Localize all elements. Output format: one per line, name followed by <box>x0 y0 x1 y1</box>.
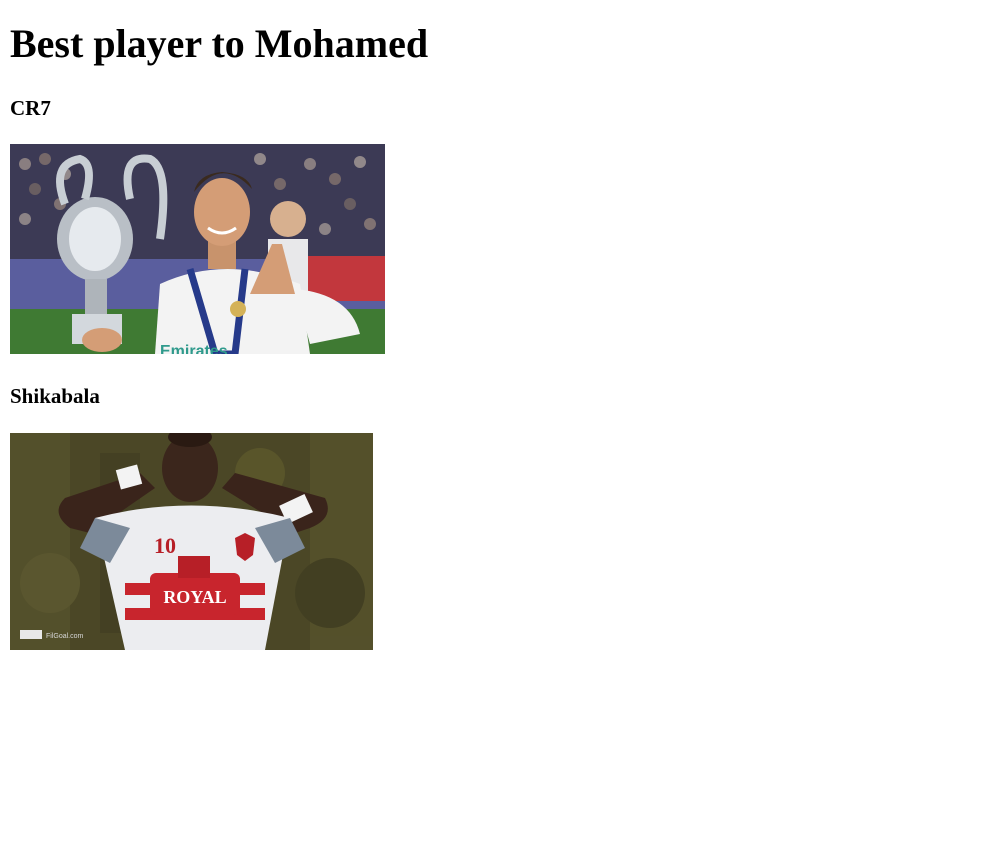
shikabala-shirt-number: 10 <box>154 533 176 558</box>
shikabala-watermark: FilGoal.com <box>46 633 84 640</box>
shikabala-sponsor-text: ROYAL <box>163 587 226 607</box>
player-photo-cr7: Emirates <box>10 144 385 354</box>
player-heading-cr7: CR7 <box>10 96 51 120</box>
player-heading-shikabala: Shikabala <box>10 384 100 408</box>
player-photo-shikabala: ROYAL 10 FilGoal.com <box>10 433 373 650</box>
cr7-shirt-text: Emirates <box>160 343 228 354</box>
page-title: Best player to Mohamed <box>10 21 429 66</box>
